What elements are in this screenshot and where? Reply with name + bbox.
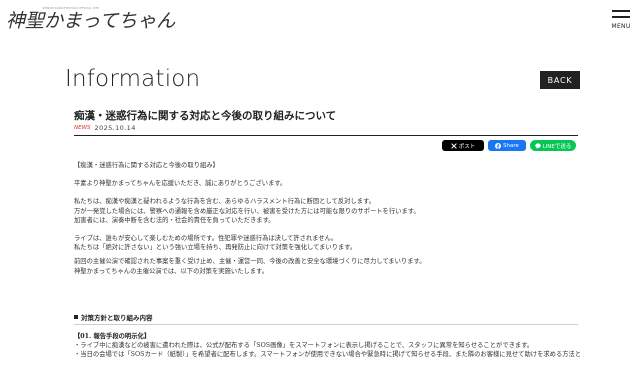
bullet-item: ・ライブ中に痴漢などの被害に遭われた際は、公式が配布する「SOS画像」をスマート… bbox=[74, 342, 534, 350]
body-paragraph: 神聖かまってちゃんの主催公演では、以下の対策を実施いたします。 bbox=[74, 267, 269, 275]
hamburger-icon-line bbox=[612, 16, 630, 18]
page-title: Information bbox=[65, 66, 201, 92]
section-subheading: 【01. 報告手段の明示化】 bbox=[74, 333, 151, 340]
hamburger-icon bbox=[612, 10, 630, 12]
share-line-label: LINEで送る bbox=[542, 143, 572, 150]
section-heading: 対策方針と取り組み内容 bbox=[74, 312, 153, 322]
bullet-item: ・当日の会場では「SOSカード（紙製）」を希望者に配布します。スマートフォンが使… bbox=[74, 351, 580, 359]
facebook-logo-icon bbox=[495, 142, 502, 149]
article-body: 【痴漢・迷惑行為に関する対応と今後の取り組み】 平素より神聖かまってちゃんを応援… bbox=[74, 161, 580, 276]
body-paragraph: 平素より神聖かまってちゃんを応援いただき、誠にありがとうございます。 bbox=[74, 180, 287, 188]
menu-button[interactable]: MENU bbox=[608, 7, 634, 33]
site-logo[interactable]: SHINSEI KAMATTECHAN OFFICIAL SITE 神聖かまって… bbox=[6, 6, 176, 32]
share-x-button[interactable]: ポスト bbox=[442, 140, 484, 151]
share-facebook-button[interactable]: Share bbox=[488, 140, 526, 151]
section-body: 【01. 報告手段の明示化】 ・ライブ中に痴漢などの被害に遭われた際は、公式が配… bbox=[74, 332, 580, 360]
body-heading: 【痴漢・迷惑行為に関する対応と今後の取り組み】 bbox=[74, 162, 219, 169]
share-facebook-label: Share bbox=[503, 142, 519, 149]
square-bullet-icon bbox=[74, 315, 78, 319]
line-logo-icon bbox=[534, 142, 541, 149]
share-x-label: ポスト bbox=[458, 143, 476, 150]
back-button[interactable]: BACK bbox=[540, 71, 580, 89]
logo-text: 神聖かまってちゃん bbox=[6, 10, 176, 32]
title-divider bbox=[74, 135, 578, 136]
article-date: 2025.10.14 bbox=[94, 124, 136, 132]
x-logo-icon bbox=[450, 142, 457, 149]
body-paragraph: 私たちは、痴漢や痴漢と疑われるような行為を含む、あらゆるハラスメント行為に断固と… bbox=[74, 198, 375, 206]
category-badge: NEWS bbox=[74, 125, 91, 131]
article-meta: NEWS 2025.10.14 bbox=[74, 124, 136, 132]
section-divider bbox=[74, 324, 578, 325]
body-paragraph: ライブは、誰もが安心して楽しむための場所です。性犯罪や迷惑行為は決して許されませ… bbox=[74, 235, 338, 243]
share-line-button[interactable]: LINEで送る bbox=[530, 140, 576, 151]
logo-subtitle: SHINSEI KAMATTECHAN OFFICIAL SITE bbox=[42, 6, 100, 10]
section-title: 対策方針と取り組み内容 bbox=[81, 314, 153, 322]
body-paragraph: 私たちは「絶対に許さない」という強い立場を持ち、再発防止に向けて対策を強化してま… bbox=[74, 244, 357, 252]
menu-label: MENU bbox=[611, 23, 631, 30]
article-title: 痴漢・迷惑行為に関する対応と今後の取り組みについて bbox=[74, 110, 337, 122]
body-paragraph: 万が一発覚した場合には、警察への通報を含め厳正な対応を行い、被害を受けた方には可… bbox=[74, 207, 420, 215]
body-paragraph: 前回の主催公演で確認された事案を重く受け止め、主催・運営一同、今後の改善と安全な… bbox=[74, 258, 426, 266]
body-paragraph: 加害者には、演奏中断を含む法的・社会的責任を負っていただきます。 bbox=[74, 216, 275, 224]
